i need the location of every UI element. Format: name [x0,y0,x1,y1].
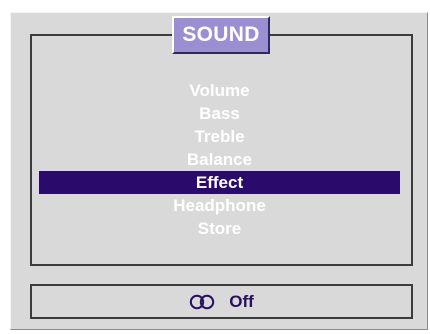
menu-item-store[interactable]: Store [39,217,400,240]
menu-list: Volume Bass Treble Balance Effect Headph… [39,79,400,240]
menu-item-balance[interactable]: Balance [39,148,400,171]
menu-item-treble[interactable]: Treble [39,125,400,148]
menu-title: SOUND [172,16,270,54]
menu-item-effect[interactable]: Effect [39,171,400,194]
menu-item-bass[interactable]: Bass [39,102,400,125]
stereo-rings-icon [190,294,215,309]
status-bar: Off [30,284,413,319]
menu-item-volume[interactable]: Volume [39,79,400,102]
menu-item-headphone[interactable]: Headphone [39,194,400,217]
status-value: Off [229,291,254,311]
